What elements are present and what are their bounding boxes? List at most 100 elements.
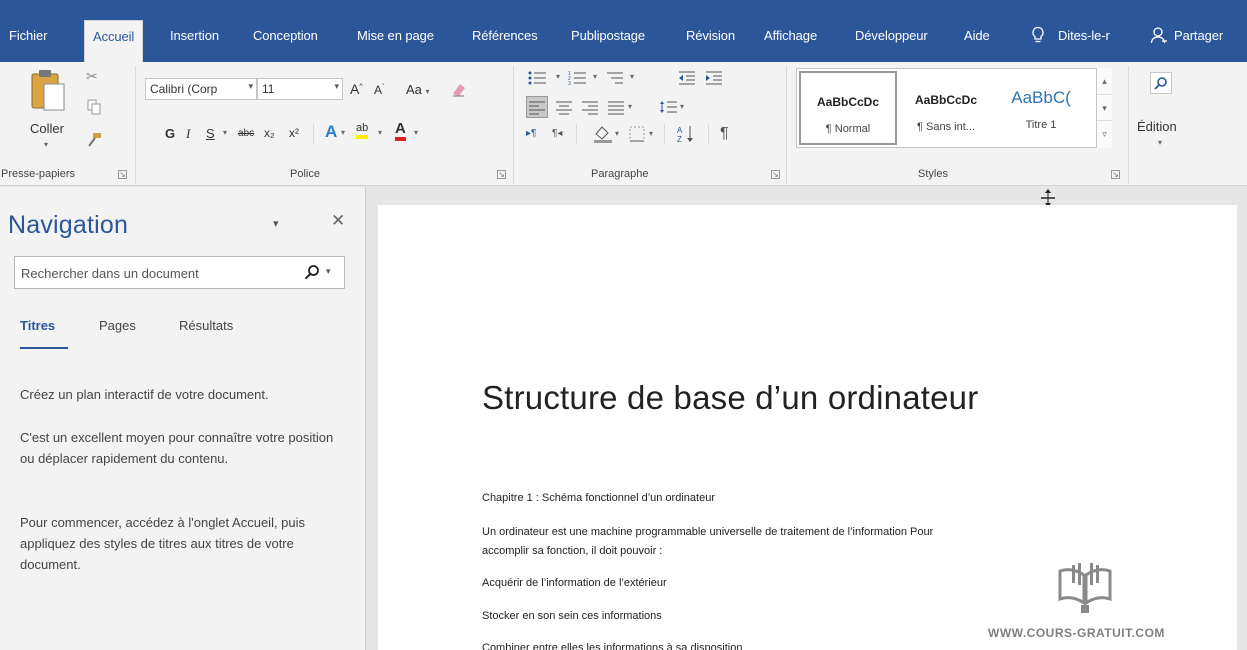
chevron-down-icon[interactable]: ▾: [630, 72, 634, 81]
tab-conception[interactable]: Conception: [253, 28, 318, 43]
ribbon-tab-bar: Fichier Accueil Insertion Conception Mis…: [0, 0, 1247, 62]
chevron-down-icon[interactable]: ▾: [593, 72, 597, 81]
multilevel-list-icon[interactable]: [605, 70, 625, 89]
tab-revision[interactable]: Révision: [686, 28, 735, 43]
superscript-button[interactable]: x²: [289, 126, 299, 140]
more-styles-icon[interactable]: ▿: [1097, 120, 1112, 146]
chevron-down-icon[interactable]: ▾: [1097, 94, 1112, 120]
group-divider: [135, 66, 136, 184]
pane-options-icon[interactable]: ▾: [273, 217, 279, 230]
increase-indent-icon[interactable]: [704, 70, 724, 89]
line-spacing-icon[interactable]: [659, 99, 679, 118]
tab-titres[interactable]: Titres: [20, 318, 55, 333]
search-icon[interactable]: [304, 264, 320, 285]
bold-button[interactable]: G: [165, 126, 175, 141]
underline-dropdown-icon[interactable]: ▾: [223, 128, 227, 137]
font-name-combo[interactable]: Calibri (Corp ▾: [145, 78, 257, 100]
tab-publipostage[interactable]: Publipostage: [571, 28, 645, 43]
paragraph-launcher-icon[interactable]: ↘: [771, 170, 780, 179]
font-color-button[interactable]: A: [395, 120, 406, 141]
chevron-down-icon[interactable]: ▾: [615, 129, 619, 138]
copy-icon[interactable]: [87, 99, 101, 118]
chevron-down-icon[interactable]: ▾: [680, 102, 684, 111]
font-launcher-icon[interactable]: ↘: [497, 170, 506, 179]
paragraph-group-label: Paragraphe: [591, 168, 649, 180]
paste-dropdown-icon[interactable]: ▾: [44, 140, 48, 149]
document-page[interactable]: Structure de base d’un ordinateur Chapit…: [378, 205, 1237, 650]
document-title[interactable]: Structure de base d’un ordinateur: [482, 379, 978, 417]
shading-icon[interactable]: [592, 124, 614, 147]
tab-resultats[interactable]: Résultats: [179, 318, 233, 333]
share-person-icon[interactable]: [1150, 26, 1167, 44]
numbering-icon[interactable]: 123: [568, 70, 588, 89]
inline-divider: [576, 124, 577, 144]
doc-paragraph[interactable]: Un ordinateur est une machine programmab…: [482, 522, 933, 542]
doc-paragraph[interactable]: Chapitre 1 : Schéma fonctionnel d’un ord…: [482, 488, 715, 508]
underline-button[interactable]: S: [206, 126, 215, 141]
paste-button[interactable]: Coller: [30, 121, 64, 136]
style-name: ¶ Normal: [825, 123, 871, 135]
grow-font-icon[interactable]: A^: [350, 81, 363, 97]
font-size-combo[interactable]: 11 ▾: [257, 78, 343, 100]
doc-paragraph[interactable]: Acquérir de l’information de l’extérieur: [482, 573, 667, 593]
chevron-down-icon[interactable]: ▾: [649, 129, 653, 138]
chevron-down-icon[interactable]: ▾: [1158, 138, 1162, 147]
chevron-down-icon[interactable]: ▾: [628, 102, 632, 111]
tab-mise-en-page[interactable]: Mise en page: [357, 28, 434, 43]
align-right-icon[interactable]: [580, 99, 600, 118]
svg-text:A: A: [677, 126, 683, 135]
editing-button[interactable]: Édition: [1137, 119, 1177, 134]
search-box[interactable]: Rechercher dans un document ▾: [14, 256, 345, 289]
close-icon[interactable]: ✕: [331, 211, 345, 231]
tab-references[interactable]: Références: [472, 28, 538, 43]
paste-icon[interactable]: [28, 68, 68, 115]
align-center-icon[interactable]: [554, 99, 574, 118]
highlight-color-button[interactable]: ab: [356, 122, 369, 139]
text-effects-icon[interactable]: A: [325, 122, 337, 142]
shrink-font-icon[interactable]: Aˇ: [374, 83, 384, 97]
doc-paragraph[interactable]: Combiner entre elles les informations à …: [482, 638, 742, 650]
strikethrough-button[interactable]: abc: [238, 128, 254, 139]
format-painter-icon[interactable]: [86, 132, 102, 151]
search-input[interactable]: Rechercher dans un document: [21, 266, 199, 281]
doc-paragraph[interactable]: accomplir sa fonction, il doit pouvoir :: [482, 541, 662, 561]
align-left-button[interactable]: [526, 96, 548, 118]
bullets-icon[interactable]: [528, 70, 548, 89]
clipboard-launcher-icon[interactable]: ↘: [118, 170, 127, 179]
tab-pages[interactable]: Pages: [99, 318, 136, 333]
lightbulb-icon[interactable]: [1030, 26, 1046, 44]
tab-affichage[interactable]: Affichage: [764, 28, 817, 43]
borders-icon[interactable]: [628, 125, 646, 146]
subscript-button[interactable]: x₂: [264, 126, 275, 140]
chevron-down-icon[interactable]: ▾: [414, 128, 418, 137]
sort-icon[interactable]: AZ: [676, 124, 696, 147]
clear-formatting-icon[interactable]: [450, 80, 468, 101]
doc-paragraph[interactable]: Stocker en son sein ces informations: [482, 606, 662, 626]
chevron-down-icon[interactable]: ▾: [378, 128, 382, 137]
style-no-spacing[interactable]: AaBbCcDc ¶ Sans int...: [897, 71, 995, 145]
italic-button[interactable]: I: [186, 126, 190, 142]
tell-me-box[interactable]: Dites-le-r: [1058, 28, 1110, 43]
tab-aide[interactable]: Aide: [964, 28, 990, 43]
styles-launcher-icon[interactable]: ↘: [1111, 170, 1120, 179]
tab-fichier[interactable]: Fichier: [9, 28, 47, 43]
tab-developpeur[interactable]: Développeur: [855, 28, 928, 43]
chevron-down-icon[interactable]: ▾: [341, 128, 345, 137]
ltr-direction-icon[interactable]: ▸¶: [526, 128, 536, 139]
justify-icon[interactable]: [606, 99, 626, 118]
chevron-up-icon[interactable]: ▴: [1097, 68, 1112, 94]
search-icon[interactable]: [1150, 72, 1172, 94]
tab-insertion[interactable]: Insertion: [170, 28, 219, 43]
change-case-button[interactable]: Aa ▾: [406, 82, 430, 97]
show-formatting-marks-icon[interactable]: ¶: [720, 125, 729, 143]
share-button[interactable]: Partager: [1174, 28, 1223, 43]
inline-divider: [664, 124, 665, 144]
tab-accueil[interactable]: Accueil: [84, 20, 144, 62]
chevron-down-icon[interactable]: ▾: [556, 72, 560, 81]
chevron-down-icon[interactable]: ▾: [326, 266, 331, 277]
cut-icon[interactable]: ✂: [86, 68, 98, 85]
style-heading-1[interactable]: AaBbC( Titre 1: [993, 71, 1089, 145]
style-normal[interactable]: AaBbCcDc ¶ Normal: [799, 71, 897, 145]
decrease-indent-icon[interactable]: [677, 70, 697, 89]
rtl-direction-icon[interactable]: ¶◂: [552, 128, 562, 139]
